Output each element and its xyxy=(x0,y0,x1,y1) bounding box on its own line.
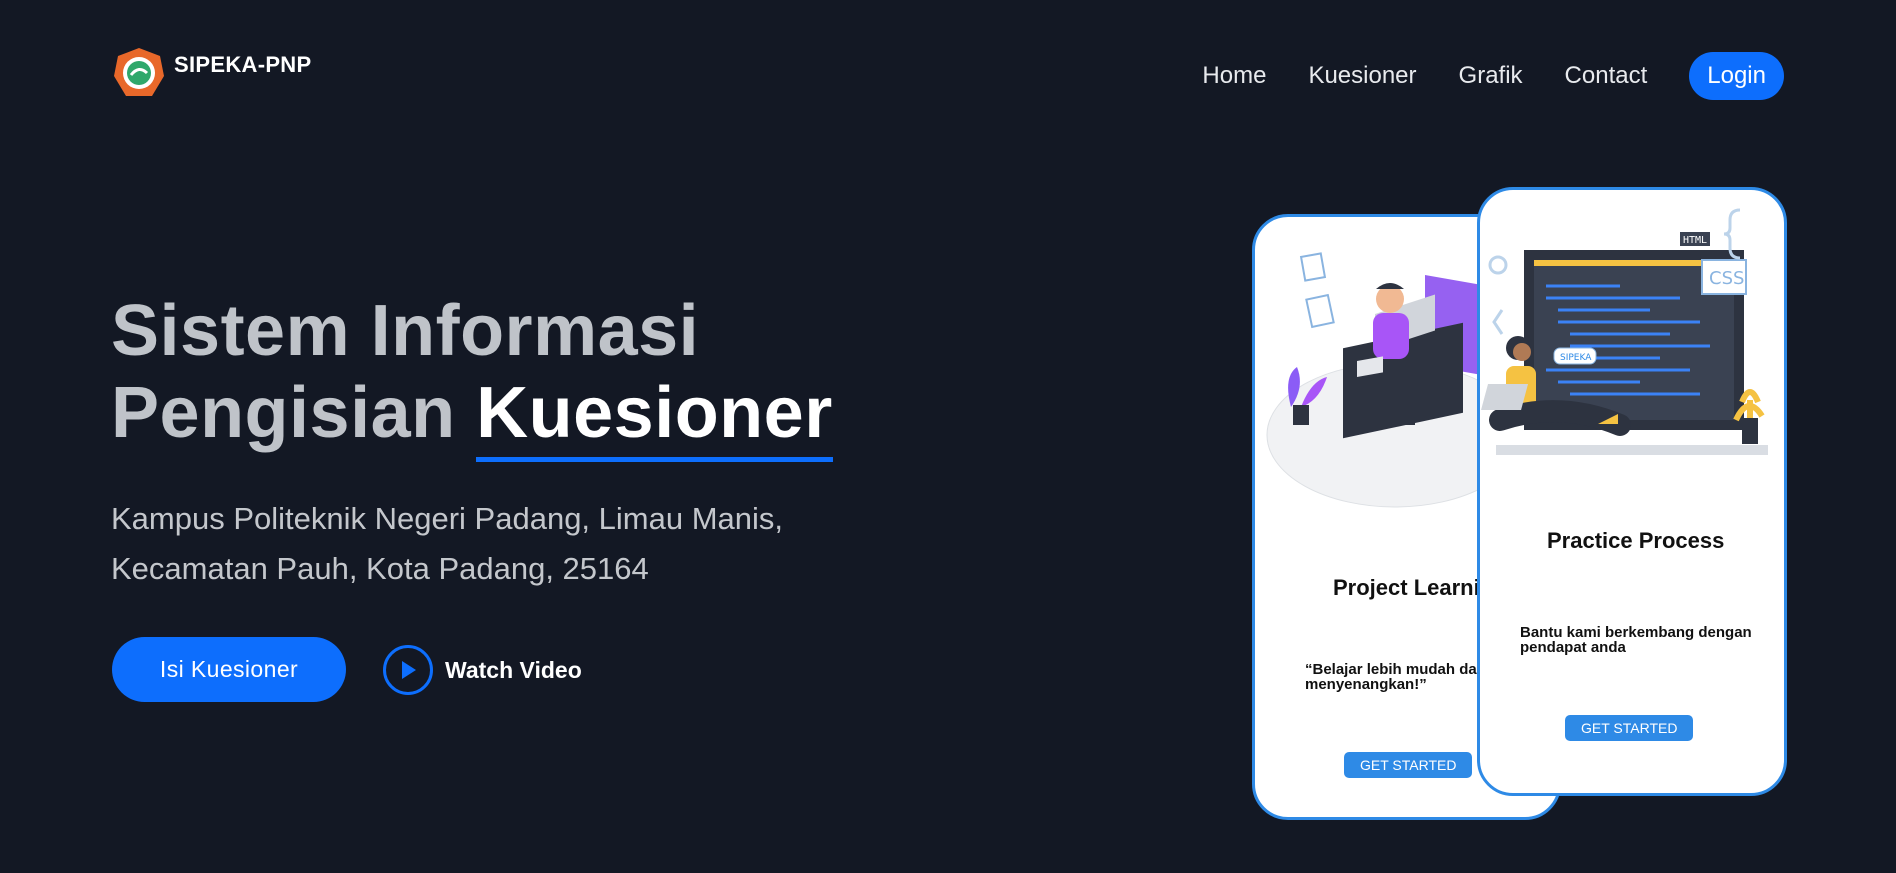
watch-video-button[interactable]: Watch Video xyxy=(383,645,582,695)
hero-title-line1: Sistem Informasi xyxy=(111,291,700,371)
illustration-html-label: HTML xyxy=(1683,235,1707,246)
play-icon xyxy=(383,645,433,695)
coding-illustration: HTML HTML CSS SIPEKA xyxy=(1481,208,1768,455)
nav-kuesioner[interactable]: Kuesioner xyxy=(1308,62,1416,90)
phone2-quote: Bantu kami berkembang dengan pendapat an… xyxy=(1520,624,1752,656)
login-button[interactable]: Login xyxy=(1689,52,1784,100)
hero-address: Kampus Politeknik Negeri Padang, Limau M… xyxy=(111,501,784,586)
phone2-get-started-button[interactable]: GET STARTED xyxy=(1565,715,1694,741)
phone2-title: Practice Process xyxy=(1547,528,1725,553)
illustration-css-label: CSS xyxy=(1709,268,1744,289)
nav-contact[interactable]: Contact xyxy=(1565,62,1648,90)
hero-title: Sistem Informasi Pengisian Kuesioner xyxy=(111,290,833,462)
illustration-bubble-label: SIPEKA xyxy=(1560,353,1592,363)
watch-video-label: Watch Video xyxy=(445,656,582,683)
phone1-quote: “Belajar lebih mudah dan menyenangkan!” xyxy=(1305,661,1486,693)
isi-kuesioner-button[interactable]: Isi Kuesioner xyxy=(112,637,346,702)
brand-logo[interactable]: SIPEKA-PNP xyxy=(112,46,311,100)
phone1-get-started-button[interactable]: GET STARTED xyxy=(1344,752,1473,778)
hero-title-prefix: Pengisian xyxy=(111,373,456,453)
logo-badge-icon xyxy=(114,48,164,96)
hero-title-highlight: Kuesioner xyxy=(476,373,833,462)
phone-card-practice-process: HTML HTML CSS SIPEKA Practice Process Ba… xyxy=(1477,187,1787,796)
main-nav: Home Kuesioner Grafik Contact Login xyxy=(1160,52,1784,100)
nav-grafik[interactable]: Grafik xyxy=(1459,62,1523,90)
brand-name: SIPEKA-PNP xyxy=(174,52,312,77)
nav-home[interactable]: Home xyxy=(1202,62,1266,90)
